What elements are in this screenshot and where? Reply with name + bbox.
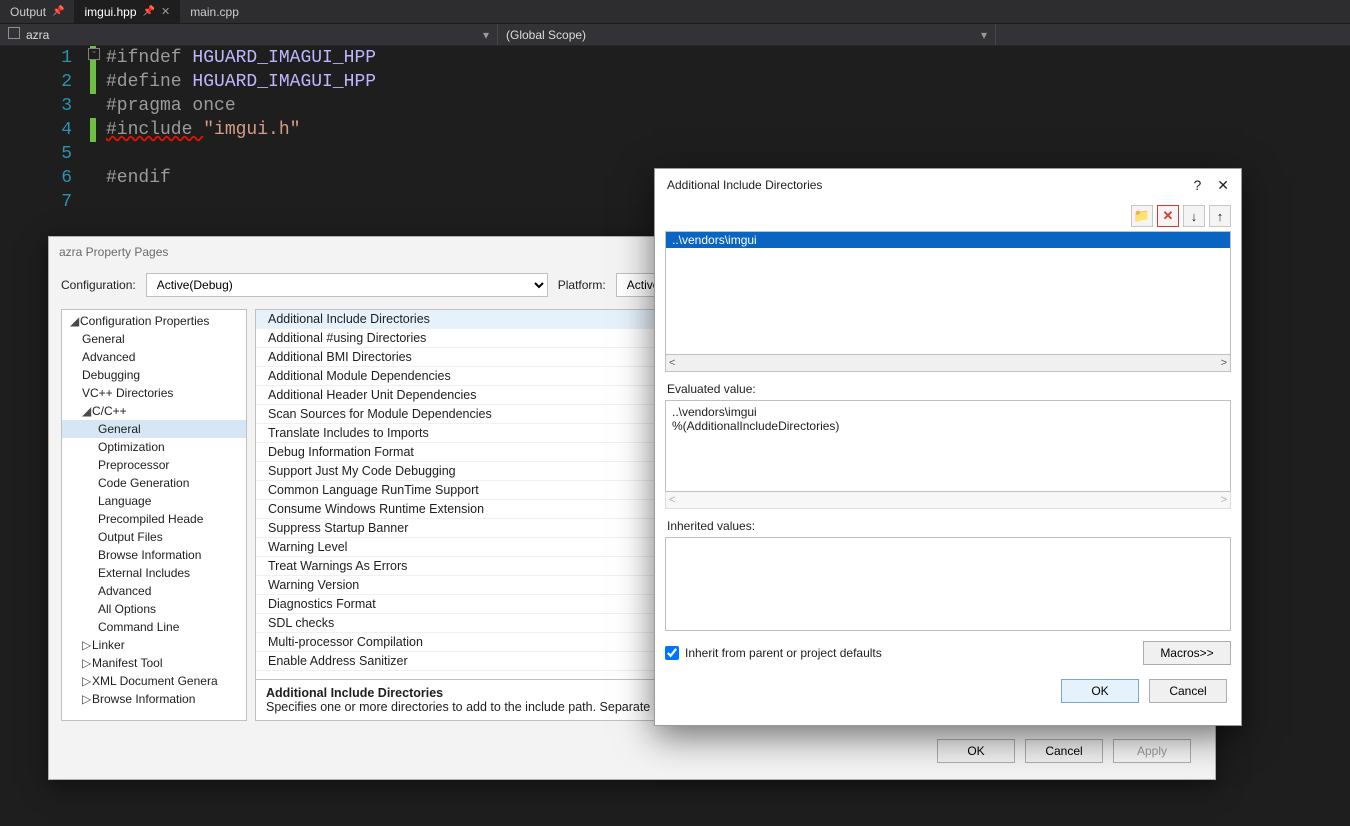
pin-icon[interactable]: 📌 [143,6,155,17]
apply-button[interactable]: Apply [1113,739,1191,763]
list-toolbar: 📁 ✕ ↓ ↑ [655,201,1241,231]
code-token: once [192,96,235,116]
move-up-icon[interactable]: ↑ [1209,205,1231,227]
cancel-button[interactable]: Cancel [1149,679,1227,703]
platform-label: Platform: [558,278,606,292]
project-name: azra [26,28,49,42]
code-token: #pragma [106,96,192,116]
evaluated-line: ..\vendors\imgui [672,405,1224,419]
inherited-values-box [665,537,1231,631]
tree-item[interactable]: ▷Linker [62,636,246,654]
tree-item[interactable]: ▷Browse Information [62,690,246,708]
help-icon[interactable]: ? [1193,177,1201,194]
line-number: 6 [0,166,72,190]
tree-item[interactable]: General [62,330,246,348]
new-folder-icon[interactable]: 📁 [1131,205,1153,227]
tab-label: Output [10,5,46,19]
chevron-down-icon: ▾ [483,28,489,42]
tab-main-cpp[interactable]: main.cpp [180,0,249,23]
code-token: HGUARD_IMAGUI_HPP [192,48,376,68]
evaluated-label: Evaluated value: [667,382,1229,396]
cancel-button[interactable]: Cancel [1025,739,1103,763]
tab-label: main.cpp [190,5,239,19]
include-directories-dialog: Additional Include Directories ? ✕ 📁 ✕ ↓… [654,168,1242,726]
property-dialog-footer: OK Cancel Apply [49,729,1215,779]
scroll-left-icon[interactable]: < [669,357,675,369]
navigation-bar: azra ▾ (Global Scope) ▾ [0,24,1350,46]
project-icon [8,27,20,39]
horizontal-scrollbar[interactable]: < > [665,355,1231,372]
macros-button[interactable]: Macros>> [1143,641,1231,665]
tab-imgui-hpp[interactable]: imgui.hpp 📌 ✕ [74,0,180,23]
code-token: #include [106,120,203,140]
code-token: #ifndef [106,48,192,68]
tree-item[interactable]: VC++ Directories [62,384,246,402]
tree-item[interactable]: Command Line [62,618,246,636]
inherit-checkbox[interactable] [665,646,679,660]
line-number: 4 [0,118,72,142]
project-scope-dropdown[interactable]: azra ▾ [0,24,498,45]
tree-item[interactable]: Preprocessor [62,456,246,474]
code-token: #endif [106,168,171,188]
line-number: 3 [0,94,72,118]
document-tabstrip: Output 📌 imgui.hpp 📌 ✕ main.cpp [0,0,1350,24]
configuration-select[interactable]: Active(Debug) [146,273,548,297]
close-icon[interactable]: ✕ [161,5,170,18]
tree-item[interactable]: ▷XML Document Genera [62,672,246,690]
tree-item[interactable]: ▷Manifest Tool [62,654,246,672]
evaluated-line: %(AdditionalIncludeDirectories) [672,419,1224,433]
tree-cpp[interactable]: ◢C/C++ [62,402,246,420]
directories-listbox[interactable]: ..\vendors\imgui [665,231,1231,355]
tree-item[interactable]: Advanced [62,348,246,366]
line-number: 1 [0,46,72,70]
tree-item[interactable]: Optimization [62,438,246,456]
scope-dropdown[interactable]: (Global Scope) ▾ [498,24,996,45]
line-number: 2 [0,70,72,94]
property-tree[interactable]: ◢Configuration Properties General Advanc… [61,309,247,721]
inherit-text: Inherit from parent or project defaults [685,646,882,660]
tree-item-general[interactable]: General [62,420,246,438]
tab-label: imgui.hpp [84,5,136,19]
horizontal-scrollbar: < > [665,492,1231,509]
configuration-label: Configuration: [61,278,136,292]
evaluated-value-box: ..\vendors\imgui %(AdditionalIncludeDire… [665,400,1231,492]
tree-root[interactable]: ◢Configuration Properties [62,312,246,330]
line-number: 7 [0,190,72,214]
ok-button[interactable]: OK [937,739,1015,763]
line-number: 5 [0,142,72,166]
directory-entry[interactable]: ..\vendors\imgui [666,232,1230,248]
include-dialog-footer: OK Cancel [655,665,1241,717]
change-markers [90,46,102,246]
code-token: #define [106,72,192,92]
delete-icon[interactable]: ✕ [1157,205,1179,227]
code-token: "imgui.h" [203,120,300,140]
move-down-icon[interactable]: ↓ [1183,205,1205,227]
tree-item[interactable]: Language [62,492,246,510]
close-icon[interactable]: ✕ [1217,177,1229,194]
chevron-down-icon: ▾ [981,28,987,42]
tree-item[interactable]: Advanced [62,582,246,600]
code-token: HGUARD_IMAGUI_HPP [192,72,376,92]
tree-item[interactable]: Precompiled Heade [62,510,246,528]
tree-item[interactable]: Debugging [62,366,246,384]
tree-item[interactable]: Code Generation [62,474,246,492]
scroll-right-icon[interactable]: > [1221,357,1227,369]
scope-label: (Global Scope) [506,28,586,42]
dialog-title: Additional Include Directories [667,178,822,192]
ok-button[interactable]: OK [1061,679,1139,703]
inherit-checkbox-label[interactable]: Inherit from parent or project defaults [665,646,882,660]
line-number-gutter: 1 2 3 4 5 6 7 [0,46,90,246]
tree-item[interactable]: Browse Information [62,546,246,564]
pin-icon[interactable]: 📌 [52,6,64,17]
inherited-label: Inherited values: [667,519,1229,533]
tree-item[interactable]: All Options [62,600,246,618]
tree-item[interactable]: Output Files [62,528,246,546]
tab-output[interactable]: Output 📌 [0,0,74,23]
tree-item[interactable]: External Includes [62,564,246,582]
